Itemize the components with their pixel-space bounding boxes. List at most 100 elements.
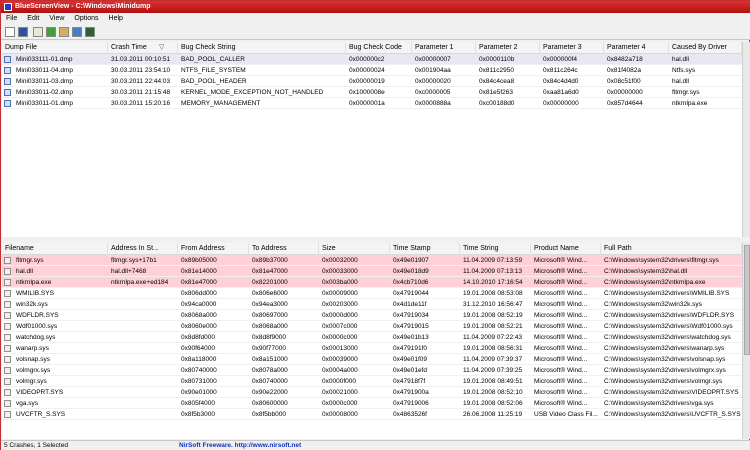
table-row[interactable]: VIDEOPRT.SYS 0x90e01000 0x90e22000 0x000210…	[2, 387, 742, 398]
menu-file[interactable]: File	[1, 13, 22, 24]
column-header[interactable]: Parameter 2	[476, 42, 540, 54]
driver-list-scrollbar[interactable]	[742, 243, 750, 439]
table-row[interactable]: ntkrnlpa.exe ntkrnlpa.exe+ed184 0x81e47000…	[2, 277, 742, 288]
driver-file-icon	[4, 400, 11, 407]
column-header[interactable]: Filename	[2, 243, 108, 255]
table-cell: 0xaa81a6d0	[543, 89, 579, 96]
table-cell: 11.04.2009 07:13:59	[463, 257, 523, 264]
driver-file-icon	[4, 378, 11, 385]
column-header[interactable]: Parameter 1	[412, 42, 476, 54]
column-header[interactable]: Product Name	[531, 243, 601, 255]
table-cell: C:\Windows\system32\drivers\volsnap.sys	[604, 356, 726, 363]
table-cell: 19.01.2008 08:52:21	[463, 323, 523, 330]
driver-file-icon	[4, 268, 11, 275]
column-header[interactable]: Crash Time	[108, 42, 178, 54]
column-header[interactable]: Parameter 4	[604, 42, 669, 54]
table-cell: hal.dll+7468	[111, 268, 147, 275]
column-header[interactable]: From Address	[178, 243, 249, 255]
save-icon[interactable]	[18, 27, 28, 37]
refresh-icon[interactable]	[46, 27, 56, 37]
table-row[interactable]: Mini033011-01.dmp 30.03.2011 15:20:16 MEMO…	[2, 98, 742, 109]
table-cell: WMILIB.SYS	[16, 290, 54, 297]
options-icon[interactable]	[72, 27, 82, 37]
table-row[interactable]: vga.sys 0x805f4000 0x80600000 0x0000c000 0x4…	[2, 398, 742, 409]
exit-icon[interactable]	[85, 27, 95, 37]
menu-view[interactable]: View	[44, 13, 69, 24]
table-row[interactable]: volmgrx.sys 0x80740000 0x8078a000 0x0004a00…	[2, 365, 742, 376]
table-row[interactable]: Mini033011-03.dmp 30.03.2011 22:44:03 BAD_…	[2, 76, 742, 87]
properties-icon[interactable]	[5, 27, 15, 37]
table-cell: watchdog.sys	[16, 334, 56, 341]
menu-bar: File Edit View Options Help	[1, 13, 750, 24]
table-row[interactable]: WMILIB.SYS 0x806dd000 0x806e6000 0x00009000…	[2, 288, 742, 299]
column-header[interactable]: Time String	[460, 243, 531, 255]
table-row[interactable]: Mini033011-02.dmp 30.03.2011 21:15:48 KERN…	[2, 87, 742, 98]
table-cell: 0x8068a000	[252, 323, 288, 330]
column-header[interactable]: Dump File	[2, 42, 108, 54]
copy-icon[interactable]	[33, 27, 43, 37]
table-row[interactable]: Wdf01000.sys 0x8060e000 0x8068a000 0x0007c0…	[2, 321, 742, 332]
table-cell: 0x0000001a	[349, 100, 385, 107]
html-report-icon[interactable]	[59, 27, 69, 37]
column-header[interactable]: Full Path	[601, 243, 742, 255]
table-cell: 0x811c264c	[543, 67, 578, 74]
table-cell: BAD_POOL_HEADER	[181, 78, 247, 85]
table-cell: 19.01.2008 08:52:10	[463, 389, 523, 396]
table-cell: 31.03.2011 00:10:51	[111, 56, 171, 63]
table-row[interactable]: win32k.sys 0x94ca0000 0x94ea3000 0x00203000…	[2, 299, 742, 310]
table-cell: 0x47919034	[393, 312, 429, 319]
window-title: BlueScreenView - C:\Windows\Minidump	[15, 3, 151, 10]
table-row[interactable]: watchdog.sys 0x8d8fd000 0x8d8f9000 0x0000c0…	[2, 332, 742, 343]
column-header[interactable]: Bug Check String	[178, 42, 346, 54]
driver-list[interactable]: Filename Address In St... From Address To A…	[2, 243, 742, 439]
column-header[interactable]: Size	[319, 243, 390, 255]
column-header[interactable]: Caused By Driver	[669, 42, 742, 54]
nirsoft-link[interactable]: NirSoft Freeware. http://www.nirsoft.net	[179, 441, 301, 450]
column-header[interactable]: Parameter 3	[540, 42, 604, 54]
table-row[interactable]: fltmgr.sys fltmgr.sys+17b1 0x89b05000 0x89b…	[2, 255, 742, 266]
table-cell: 0x805f4000	[181, 400, 215, 407]
table-cell: 0x89b05000	[181, 257, 217, 264]
table-cell: Mini033011-04.dmp	[16, 67, 73, 74]
table-cell: 0x8060e000	[181, 323, 217, 330]
table-cell: Ntfs.sys	[672, 67, 696, 74]
table-cell: wanarp.sys	[16, 345, 49, 352]
table-row[interactable]: wanarp.sys 0x90f64000 0x90f77000 0x00013000…	[2, 343, 742, 354]
table-cell: ntkrnlpa.exe	[672, 100, 708, 107]
menu-options[interactable]: Options	[69, 13, 103, 24]
dump-file-icon	[4, 100, 11, 107]
column-header[interactable]: Address In St...	[108, 243, 178, 255]
column-header[interactable]: Time Stamp	[390, 243, 460, 255]
table-row[interactable]: UVCFTR_S.SYS 0x8f5b3000 0x8f5bb000 0x000080…	[2, 409, 742, 420]
column-header[interactable]: Bug Check Code	[346, 42, 412, 54]
table-row[interactable]: Mini033011-04.dmp 30.03.2011 23:54:10 NTFS…	[2, 65, 742, 76]
table-cell: 0x00000019	[349, 78, 385, 85]
table-cell: C:\Windows\system32\drivers\volmgrx.sys	[604, 367, 726, 374]
table-cell: 0x00033000	[322, 268, 358, 275]
table-cell: 0x811c2950	[479, 67, 514, 74]
table-cell: 30.03.2011 15:20:16	[111, 100, 171, 107]
driver-list-scroll-thumb[interactable]	[744, 245, 750, 355]
menu-help[interactable]: Help	[104, 13, 128, 24]
table-row[interactable]: hal.dll hal.dll+7468 0x81e14000 0x81e47000 0…	[2, 266, 742, 277]
table-cell: 30.03.2011 23:54:10	[111, 67, 171, 74]
menu-edit[interactable]: Edit	[22, 13, 44, 24]
table-cell: 0x94ca0000	[181, 301, 217, 308]
table-cell: 0x0007c000	[322, 323, 358, 330]
table-row[interactable]: volsnap.sys 0x8a118000 0x8a151000 0x0003900…	[2, 354, 742, 365]
crash-list-scrollbar[interactable]	[742, 42, 750, 237]
column-header[interactable]: To Address	[249, 243, 319, 255]
title-bar[interactable]: BlueScreenView - C:\Windows\Minidump	[1, 1, 750, 13]
table-cell: 0x00039000	[322, 356, 358, 363]
table-row[interactable]: WDFLDR.SYS 0x8068a000 0x80697000 0x0000d000…	[2, 310, 742, 321]
crash-list[interactable]: Dump File Crash Time ▽ Bug Check String Bug …	[2, 42, 742, 237]
table-cell: 0xc00188d0	[479, 100, 515, 107]
table-row[interactable]: volmgr.sys 0x80731000 0x80740000 0x0000f000…	[2, 376, 742, 387]
table-cell: 0x00009000	[322, 290, 358, 297]
table-cell: Microsoft® Wind...	[534, 334, 588, 341]
table-cell: C:\Windows\system32\drivers\UVCFTR_S.SYS	[604, 411, 741, 418]
table-cell: ntkrnlpa.exe	[16, 279, 52, 286]
driver-file-icon	[4, 334, 11, 341]
driver-file-icon	[4, 356, 11, 363]
table-row[interactable]: Mini033111-01.dmp 31.03.2011 00:10:51 BAD_…	[2, 54, 742, 65]
